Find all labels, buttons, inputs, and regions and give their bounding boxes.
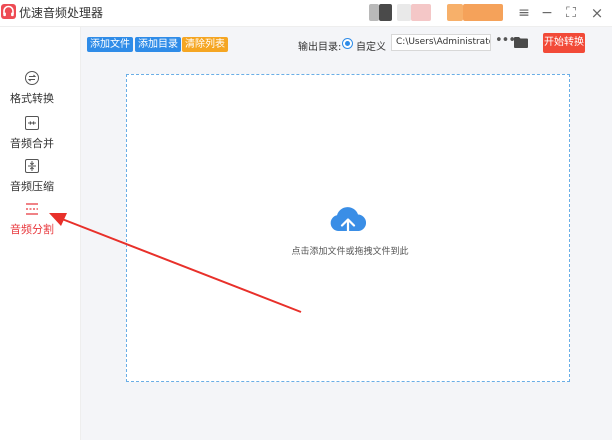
user-avatar-shade	[379, 4, 392, 21]
more-options-icon[interactable]: •••	[495, 33, 516, 48]
app-title: 优速音频处理器	[19, 6, 104, 20]
sidebar-item-format-convert[interactable]: 格式转换	[0, 70, 64, 112]
custom-output-radio[interactable]	[342, 38, 353, 49]
app-logo-icon	[1, 4, 16, 19]
compress-icon	[25, 159, 39, 173]
minimize-icon[interactable]: −	[537, 3, 557, 23]
vip-badge[interactable]	[447, 4, 463, 21]
user-name-blurred-tail	[411, 4, 431, 21]
cloud-upload-icon[interactable]	[328, 205, 368, 239]
sidebar-item-label: 音频分割	[10, 223, 54, 236]
add-file-button[interactable]: 添加文件	[87, 37, 133, 52]
sidebar: 格式转换 音频合并 音频压缩 音频分割	[0, 27, 81, 440]
add-directory-button[interactable]: 添加目录	[135, 37, 181, 52]
merge-icon	[25, 116, 39, 130]
output-path-field[interactable]: C:\Users\Administrator\	[391, 34, 491, 51]
menu-icon[interactable]: ≡	[514, 3, 534, 23]
sidebar-item-merge[interactable]: 音频合并	[0, 115, 64, 157]
sidebar-item-compress[interactable]: 音频压缩	[0, 158, 64, 200]
title-bar: 优速音频处理器 ≡ − ⛶ ×	[0, 0, 612, 27]
clear-list-button[interactable]: 清除列表	[182, 37, 228, 52]
vip-badge-text-blurred[interactable]	[463, 4, 503, 21]
close-icon[interactable]: ×	[587, 3, 607, 23]
sidebar-item-label: 音频合并	[10, 137, 54, 150]
user-name-blurred	[397, 4, 411, 21]
maximize-icon[interactable]: ⛶	[561, 3, 581, 23]
sidebar-item-label: 音频压缩	[10, 180, 54, 193]
split-icon	[26, 203, 38, 215]
user-avatar[interactable]	[369, 4, 379, 21]
format-convert-icon	[25, 71, 39, 85]
output-dir-label: 输出目录:	[298, 42, 342, 53]
drop-hint-text: 点击添加文件或拖拽文件到此	[291, 247, 409, 257]
start-convert-button[interactable]: 开始转换	[543, 33, 585, 53]
custom-output-label[interactable]: 自定义	[356, 38, 386, 53]
sidebar-item-label: 格式转换	[10, 92, 54, 105]
folder-icon[interactable]	[514, 37, 528, 48]
sidebar-item-split[interactable]: 音频分割	[0, 201, 64, 243]
